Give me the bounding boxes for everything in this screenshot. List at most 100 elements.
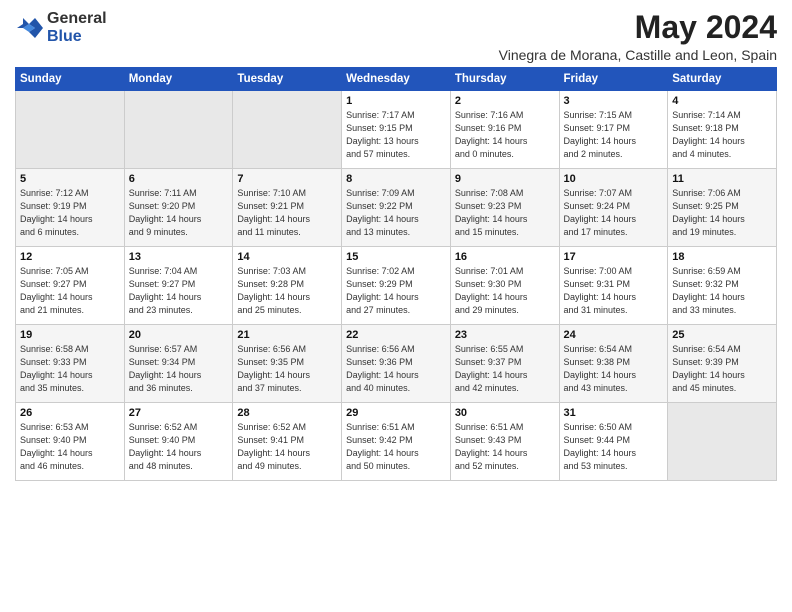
day-number: 27 bbox=[129, 407, 229, 419]
day-number: 14 bbox=[237, 251, 337, 263]
day-info: Sunrise: 7:03 AM Sunset: 9:28 PM Dayligh… bbox=[237, 265, 337, 317]
calendar-title: May 2024 bbox=[499, 10, 777, 45]
day-number: 12 bbox=[20, 251, 120, 263]
weekday-header-tuesday: Tuesday bbox=[233, 68, 342, 91]
weekday-header-friday: Friday bbox=[559, 68, 668, 91]
day-info: Sunrise: 7:16 AM Sunset: 9:16 PM Dayligh… bbox=[455, 109, 555, 161]
day-number: 17 bbox=[564, 251, 664, 263]
calendar-cell: 1 Sunrise: 7:17 AM Sunset: 9:15 PM Daylig… bbox=[342, 91, 451, 169]
calendar-cell: 20Sunrise: 6:57 AM Sunset: 9:34 PM Dayli… bbox=[124, 325, 233, 403]
calendar-cell bbox=[668, 403, 777, 481]
logo: General Blue bbox=[15, 10, 107, 45]
weekday-header-saturday: Saturday bbox=[668, 68, 777, 91]
calendar-cell: 2 Sunrise: 7:16 AM Sunset: 9:16 PM Daylig… bbox=[450, 91, 559, 169]
weekday-header-thursday: Thursday bbox=[450, 68, 559, 91]
calendar-cell: 8 Sunrise: 7:09 AM Sunset: 9:22 PM Daylig… bbox=[342, 169, 451, 247]
calendar-cell: 19Sunrise: 6:58 AM Sunset: 9:33 PM Dayli… bbox=[16, 325, 125, 403]
day-info: Sunrise: 6:54 AM Sunset: 9:38 PM Dayligh… bbox=[564, 343, 664, 395]
weekday-header-wednesday: Wednesday bbox=[342, 68, 451, 91]
day-number: 1 bbox=[346, 95, 446, 107]
week-row-1: 5Sunrise: 7:12 AM Sunset: 9:19 PM Daylig… bbox=[16, 169, 777, 247]
calendar-cell: 17 Sunrise: 7:00 AM Sunset: 9:31 PM Dayli… bbox=[559, 247, 668, 325]
day-number: 31 bbox=[564, 407, 664, 419]
day-number: 22 bbox=[346, 329, 446, 341]
calendar-cell: 3 Sunrise: 7:15 AM Sunset: 9:17 PM Daylig… bbox=[559, 91, 668, 169]
day-info: Sunrise: 7:17 AM Sunset: 9:15 PM Dayligh… bbox=[346, 109, 446, 161]
calendar-cell: 5Sunrise: 7:12 AM Sunset: 9:19 PM Daylig… bbox=[16, 169, 125, 247]
calendar-cell: 15Sunrise: 7:02 AM Sunset: 9:29 PM Dayli… bbox=[342, 247, 451, 325]
weekday-header-row: SundayMondayTuesdayWednesdayThursdayFrid… bbox=[16, 68, 777, 91]
day-info: Sunrise: 7:10 AM Sunset: 9:21 PM Dayligh… bbox=[237, 187, 337, 239]
day-number: 15 bbox=[346, 251, 446, 263]
day-info: Sunrise: 6:51 AM Sunset: 9:43 PM Dayligh… bbox=[455, 421, 555, 473]
day-number: 4 bbox=[672, 95, 772, 107]
day-info: Sunrise: 7:06 AM Sunset: 9:25 PM Dayligh… bbox=[672, 187, 772, 239]
calendar-cell: 12 Sunrise: 7:05 AM Sunset: 9:27 PM Dayli… bbox=[16, 247, 125, 325]
logo-general-text: General bbox=[47, 10, 107, 28]
calendar-cell: 24 Sunrise: 6:54 AM Sunset: 9:38 PM Dayli… bbox=[559, 325, 668, 403]
calendar-cell: 9 Sunrise: 7:08 AM Sunset: 9:23 PM Daylig… bbox=[450, 169, 559, 247]
day-info: Sunrise: 7:01 AM Sunset: 9:30 PM Dayligh… bbox=[455, 265, 555, 317]
day-number: 19 bbox=[20, 329, 120, 341]
week-row-4: 26Sunrise: 6:53 AM Sunset: 9:40 PM Dayli… bbox=[16, 403, 777, 481]
day-number: 13 bbox=[129, 251, 229, 263]
day-number: 29 bbox=[346, 407, 446, 419]
day-info: Sunrise: 7:11 AM Sunset: 9:20 PM Dayligh… bbox=[129, 187, 229, 239]
calendar-cell: 14 Sunrise: 7:03 AM Sunset: 9:28 PM Dayli… bbox=[233, 247, 342, 325]
day-info: Sunrise: 7:08 AM Sunset: 9:23 PM Dayligh… bbox=[455, 187, 555, 239]
calendar-cell: 25Sunrise: 6:54 AM Sunset: 9:39 PM Dayli… bbox=[668, 325, 777, 403]
logo-text: General Blue bbox=[47, 10, 107, 45]
day-number: 9 bbox=[455, 173, 555, 185]
day-number: 18 bbox=[672, 251, 772, 263]
day-number: 6 bbox=[129, 173, 229, 185]
calendar-cell: 6 Sunrise: 7:11 AM Sunset: 9:20 PM Daylig… bbox=[124, 169, 233, 247]
day-number: 8 bbox=[346, 173, 446, 185]
calendar-table: SundayMondayTuesdayWednesdayThursdayFrid… bbox=[15, 67, 777, 481]
day-number: 10 bbox=[564, 173, 664, 185]
day-info: Sunrise: 6:55 AM Sunset: 9:37 PM Dayligh… bbox=[455, 343, 555, 395]
day-info: Sunrise: 6:56 AM Sunset: 9:36 PM Dayligh… bbox=[346, 343, 446, 395]
day-number: 23 bbox=[455, 329, 555, 341]
day-number: 25 bbox=[672, 329, 772, 341]
calendar-cell: 7Sunrise: 7:10 AM Sunset: 9:21 PM Daylig… bbox=[233, 169, 342, 247]
day-info: Sunrise: 7:00 AM Sunset: 9:31 PM Dayligh… bbox=[564, 265, 664, 317]
calendar-cell: 27 Sunrise: 6:52 AM Sunset: 9:40 PM Dayli… bbox=[124, 403, 233, 481]
weekday-header-sunday: Sunday bbox=[16, 68, 125, 91]
calendar-cell: 11Sunrise: 7:06 AM Sunset: 9:25 PM Dayli… bbox=[668, 169, 777, 247]
calendar-cell bbox=[16, 91, 125, 169]
day-number: 28 bbox=[237, 407, 337, 419]
weekday-header-monday: Monday bbox=[124, 68, 233, 91]
day-info: Sunrise: 6:52 AM Sunset: 9:40 PM Dayligh… bbox=[129, 421, 229, 473]
calendar-subtitle: Vinegra de Morana, Castille and Leon, Sp… bbox=[499, 47, 777, 63]
calendar-cell: 16 Sunrise: 7:01 AM Sunset: 9:30 PM Dayli… bbox=[450, 247, 559, 325]
header: General Blue May 2024 Vinegra de Morana,… bbox=[15, 10, 777, 63]
day-info: Sunrise: 7:09 AM Sunset: 9:22 PM Dayligh… bbox=[346, 187, 446, 239]
calendar-cell: 22 Sunrise: 6:56 AM Sunset: 9:36 PM Dayli… bbox=[342, 325, 451, 403]
page: General Blue May 2024 Vinegra de Morana,… bbox=[0, 0, 792, 496]
day-number: 2 bbox=[455, 95, 555, 107]
title-block: May 2024 Vinegra de Morana, Castille and… bbox=[499, 10, 777, 63]
day-number: 26 bbox=[20, 407, 120, 419]
day-info: Sunrise: 7:15 AM Sunset: 9:17 PM Dayligh… bbox=[564, 109, 664, 161]
day-info: Sunrise: 7:05 AM Sunset: 9:27 PM Dayligh… bbox=[20, 265, 120, 317]
calendar-cell: 29Sunrise: 6:51 AM Sunset: 9:42 PM Dayli… bbox=[342, 403, 451, 481]
calendar-cell: 26Sunrise: 6:53 AM Sunset: 9:40 PM Dayli… bbox=[16, 403, 125, 481]
day-info: Sunrise: 7:14 AM Sunset: 9:18 PM Dayligh… bbox=[672, 109, 772, 161]
day-info: Sunrise: 6:57 AM Sunset: 9:34 PM Dayligh… bbox=[129, 343, 229, 395]
day-number: 16 bbox=[455, 251, 555, 263]
calendar-cell: 4 Sunrise: 7:14 AM Sunset: 9:18 PM Daylig… bbox=[668, 91, 777, 169]
day-number: 24 bbox=[564, 329, 664, 341]
day-number: 5 bbox=[20, 173, 120, 185]
day-number: 30 bbox=[455, 407, 555, 419]
day-info: Sunrise: 6:50 AM Sunset: 9:44 PM Dayligh… bbox=[564, 421, 664, 473]
calendar-cell: 10Sunrise: 7:07 AM Sunset: 9:24 PM Dayli… bbox=[559, 169, 668, 247]
day-info: Sunrise: 6:59 AM Sunset: 9:32 PM Dayligh… bbox=[672, 265, 772, 317]
day-info: Sunrise: 6:56 AM Sunset: 9:35 PM Dayligh… bbox=[237, 343, 337, 395]
logo-icon bbox=[15, 14, 43, 42]
day-number: 3 bbox=[564, 95, 664, 107]
calendar-cell: 21Sunrise: 6:56 AM Sunset: 9:35 PM Dayli… bbox=[233, 325, 342, 403]
day-info: Sunrise: 6:52 AM Sunset: 9:41 PM Dayligh… bbox=[237, 421, 337, 473]
week-row-3: 19Sunrise: 6:58 AM Sunset: 9:33 PM Dayli… bbox=[16, 325, 777, 403]
week-row-0: 1 Sunrise: 7:17 AM Sunset: 9:15 PM Daylig… bbox=[16, 91, 777, 169]
week-row-2: 12 Sunrise: 7:05 AM Sunset: 9:27 PM Dayli… bbox=[16, 247, 777, 325]
